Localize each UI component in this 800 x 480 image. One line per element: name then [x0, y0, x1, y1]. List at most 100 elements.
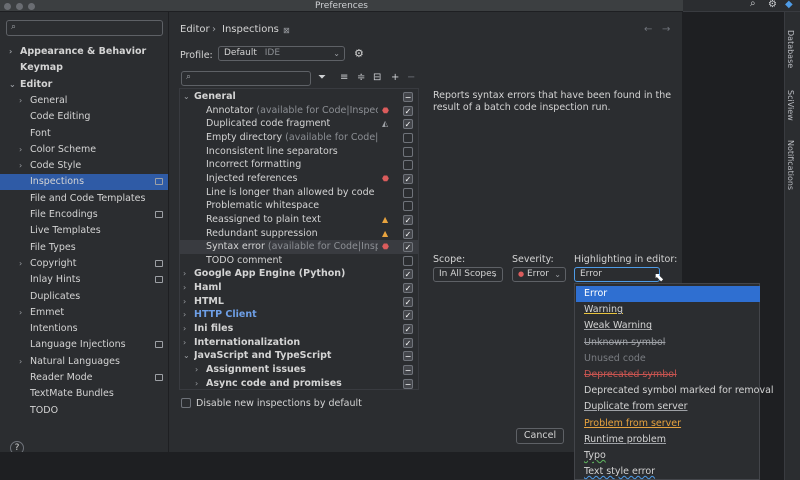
- sidebar-item[interactable]: › Appearance & Behavior: [0, 44, 168, 60]
- inspection-checkbox[interactable]: ✓: [403, 228, 413, 239]
- filter-icon[interactable]: ⏷: [318, 72, 326, 83]
- chevron-right-icon[interactable]: ›: [195, 377, 198, 389]
- dropdown-option[interactable]: Runtime problem: [576, 432, 760, 448]
- remove-icon[interactable]: −: [407, 72, 415, 83]
- inspection-row[interactable]: Duplicated code fragment ◭ ✓: [180, 117, 418, 131]
- dropdown-option[interactable]: Weak Warning: [576, 318, 760, 334]
- tab-sciview[interactable]: SciView: [786, 90, 795, 121]
- inspection-checkbox[interactable]: ✓: [403, 214, 413, 225]
- chevron-right-icon[interactable]: ›: [183, 295, 186, 309]
- inspection-checkbox[interactable]: [403, 187, 413, 198]
- chevron-right-icon[interactable]: ›: [183, 267, 186, 281]
- inspection-group-row[interactable]: ⌄ General −: [180, 90, 418, 104]
- chevron-right-icon[interactable]: ›: [9, 44, 12, 60]
- chevron-right-icon[interactable]: ›: [19, 354, 22, 370]
- inspection-checkbox[interactable]: [403, 255, 413, 266]
- dropdown-option[interactable]: Unknown symbol: [576, 335, 760, 351]
- dropdown-option[interactable]: Problem from server: [576, 416, 760, 432]
- chevron-down-icon[interactable]: ⌄: [183, 349, 190, 363]
- inspection-group-row[interactable]: › Internationalization ✓: [180, 336, 418, 350]
- sidebar-item[interactable]: Intentions: [0, 321, 168, 337]
- sidebar-item[interactable]: File and Code Templates: [0, 191, 168, 207]
- zoom-window-button[interactable]: [28, 2, 35, 10]
- forward-arrow-icon[interactable]: →: [662, 24, 670, 35]
- expand-all-icon[interactable]: ≡: [340, 72, 348, 83]
- back-arrow-icon[interactable]: ←: [644, 24, 652, 35]
- scope-select[interactable]: In All Scopes ⌄: [433, 267, 503, 282]
- dropdown-option[interactable]: Duplicate from server: [576, 399, 760, 415]
- close-window-button[interactable]: [4, 2, 11, 10]
- sidebar-item[interactable]: ⌄ Editor: [0, 77, 168, 93]
- inspection-checkbox[interactable]: −: [403, 351, 413, 362]
- tab-database[interactable]: Database: [786, 30, 795, 68]
- chevron-right-icon[interactable]: ›: [183, 281, 186, 295]
- inspection-group-row[interactable]: › HTTP Client ✓: [180, 308, 418, 322]
- inspection-checkbox[interactable]: [403, 132, 413, 143]
- inspection-row[interactable]: Problematic whitespace: [180, 199, 418, 213]
- inspection-checkbox[interactable]: −: [403, 365, 413, 375]
- inspection-group-row[interactable]: ⌄ JavaScript and TypeScript −: [180, 349, 418, 363]
- inspection-row[interactable]: Inconsistent line separators: [180, 145, 418, 159]
- settings-search-input[interactable]: ⌕: [6, 20, 163, 36]
- sidebar-item[interactable]: Live Templates: [0, 223, 168, 239]
- inspection-row[interactable]: Redundant suppression ▲ ✓: [180, 227, 418, 241]
- inspection-checkbox[interactable]: ✓: [403, 296, 413, 307]
- inspection-checkbox[interactable]: ✓: [403, 310, 413, 321]
- inspection-group-row[interactable]: › Async code and promises −: [180, 377, 418, 389]
- sidebar-item[interactable]: TODO: [0, 403, 168, 419]
- add-icon[interactable]: +: [391, 72, 399, 83]
- inspection-checkbox[interactable]: ✓: [403, 242, 413, 253]
- tab-notifications[interactable]: Notifications: [786, 140, 795, 190]
- inspection-group-row[interactable]: › Assignment issues −: [180, 363, 418, 377]
- chevron-right-icon[interactable]: ›: [183, 308, 186, 322]
- sidebar-item[interactable]: › Natural Languages: [0, 354, 168, 370]
- inspection-row[interactable]: Empty directory (available for Code|Insp…: [180, 131, 418, 145]
- dropdown-option[interactable]: Typo: [576, 448, 760, 464]
- sidebar-item[interactable]: Font: [0, 126, 168, 142]
- sidebar-item[interactable]: Reader Mode: [0, 370, 168, 386]
- sidebar-item[interactable]: Keymap: [0, 60, 168, 76]
- chevron-right-icon[interactable]: ›: [183, 336, 186, 350]
- inspection-checkbox[interactable]: [403, 201, 413, 212]
- inspection-search-input[interactable]: ⌕: [181, 71, 311, 86]
- chevron-right-icon[interactable]: ›: [19, 142, 22, 158]
- inspection-group-row[interactable]: › Ini files ✓: [180, 322, 418, 336]
- inspection-row[interactable]: Line is longer than allowed by code styl…: [180, 186, 418, 200]
- sidebar-item[interactable]: › Copyright: [0, 256, 168, 272]
- inspection-group-row[interactable]: › Google App Engine (Python) ✓: [180, 267, 418, 281]
- inspection-row[interactable]: Injected references ⬣ ✓: [180, 172, 418, 186]
- plugin-icon[interactable]: ◆: [785, 0, 793, 10]
- dropdown-option[interactable]: Deprecated symbol marked for removal: [576, 383, 774, 399]
- inspection-checkbox[interactable]: ✓: [403, 105, 413, 116]
- dropdown-option[interactable]: Error: [576, 286, 760, 303]
- sidebar-item[interactable]: › Emmet: [0, 305, 168, 321]
- dropdown-option[interactable]: Text style error: [576, 464, 760, 480]
- inspection-checkbox[interactable]: −: [403, 92, 413, 102]
- chevron-right-icon[interactable]: ›: [183, 322, 186, 336]
- profile-gear-icon[interactable]: ⚙: [354, 47, 364, 60]
- inspection-checkbox[interactable]: ✓: [403, 269, 413, 280]
- chevron-right-icon[interactable]: ›: [19, 158, 22, 174]
- severity-select[interactable]: ● Error ⌄: [512, 267, 566, 282]
- sidebar-item[interactable]: › General: [0, 93, 168, 109]
- chevron-right-icon[interactable]: ›: [195, 363, 198, 377]
- sidebar-item[interactable]: Inspections: [0, 174, 168, 191]
- sidebar-item[interactable]: › Code Style: [0, 158, 168, 174]
- highlighting-select[interactable]: Error: [574, 267, 660, 282]
- sidebar-item[interactable]: › Color Scheme: [0, 142, 168, 158]
- cancel-button[interactable]: Cancel: [516, 428, 564, 444]
- chevron-right-icon[interactable]: ›: [19, 93, 22, 109]
- gear-icon[interactable]: ⚙: [768, 0, 777, 10]
- inspection-group-row[interactable]: › HTML ✓: [180, 295, 418, 309]
- dropdown-option[interactable]: Unused code: [576, 351, 760, 367]
- sidebar-item[interactable]: Code Editing: [0, 109, 168, 125]
- sidebar-item[interactable]: Inlay Hints: [0, 272, 168, 288]
- inspection-checkbox[interactable]: ✓: [403, 324, 413, 335]
- chevron-down-icon[interactable]: ⌄: [183, 90, 190, 104]
- search-icon[interactable]: ⌕: [750, 0, 756, 9]
- profile-select[interactable]: Default IDE ⌄: [218, 46, 345, 61]
- chevron-down-icon[interactable]: ⌄: [9, 77, 16, 93]
- inspection-row[interactable]: TODO comment: [180, 254, 418, 268]
- breadcrumb-parent[interactable]: Editor: [180, 24, 210, 35]
- sidebar-item[interactable]: Duplicates: [0, 289, 168, 305]
